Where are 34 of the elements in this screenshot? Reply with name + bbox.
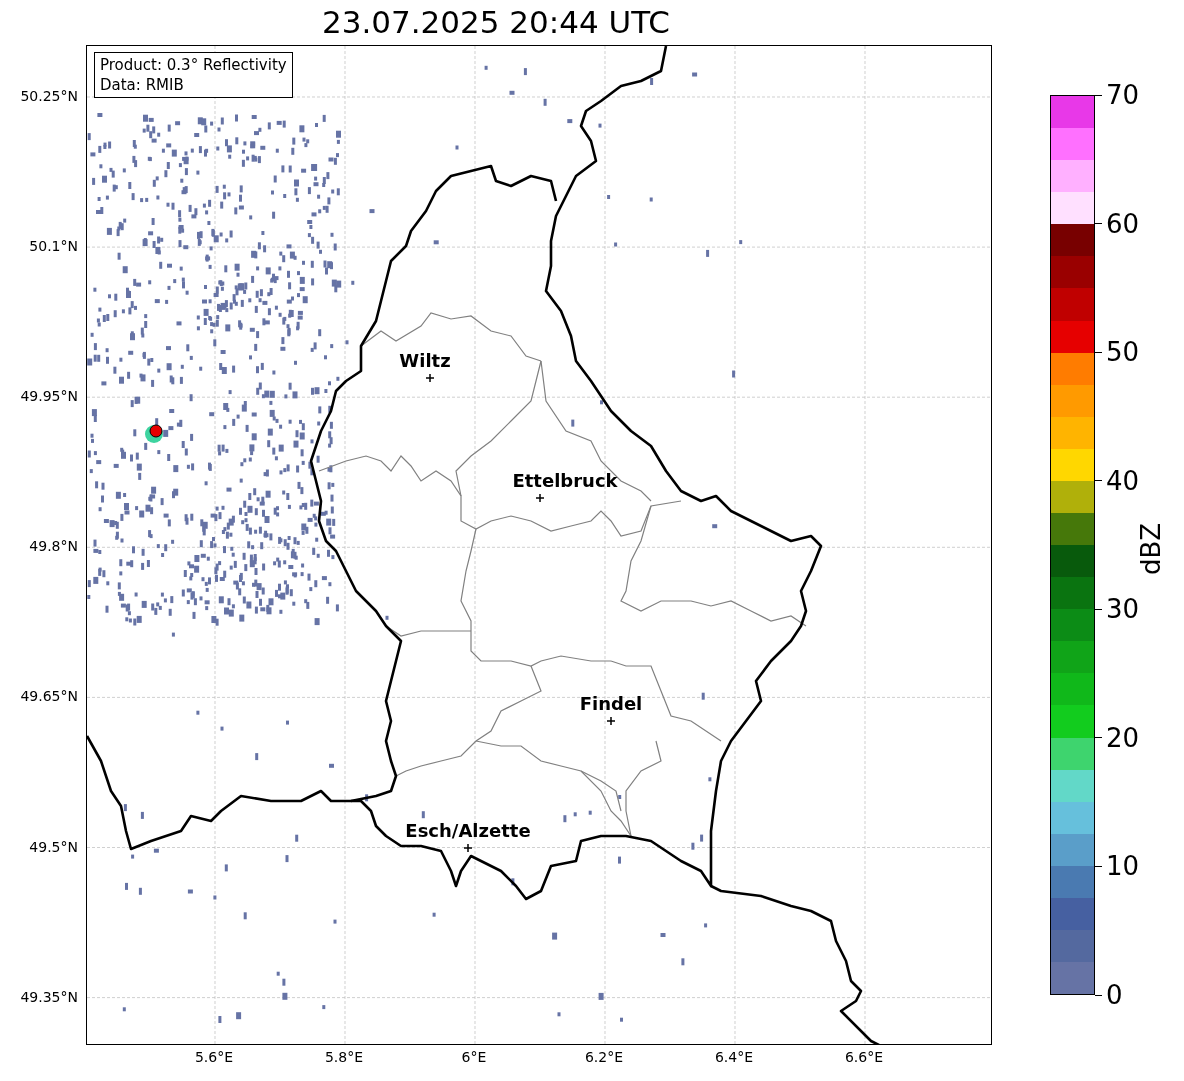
longitude-label: 5.6°E [194,1049,234,1065]
scale-value-label: 10 [1106,851,1140,882]
latitude-label: 49.35°N [20,988,78,1005]
latitude-label: 49.95°N [20,388,78,405]
latitude-label: 49.5°N [29,838,78,855]
scale-value-label: 40 [1106,465,1140,496]
scale-value-label: 20 [1106,722,1140,753]
data-source-text: Data: RMIB [100,75,185,95]
city-label: Findel [579,693,643,714]
scale-value-label: 60 [1106,208,1140,239]
latitude-label: 50.25°N [20,88,78,104]
latitude-label: 50.1°N [29,238,78,255]
scale-value-label: 50 [1106,337,1140,368]
scale-value-label: 30 [1106,594,1140,625]
city-label: Wiltz [399,350,451,371]
radar-site-icon [145,424,163,443]
latitude-label: 49.8°N [29,538,78,555]
product-text: Product: 0.3° Reflectivity [100,55,287,75]
longitude-label: 6.6°E [844,1049,884,1065]
scale-unit-label: dBZ [1136,522,1166,575]
longitude-label: 5.8°E [324,1049,364,1065]
city-marker-icon [535,493,545,503]
longitude-label: 6°E [461,1049,487,1065]
city-label: Ettelbruck [512,470,618,491]
longitude-label: 6.4°E [714,1049,754,1065]
city-label: Esch/Alzette [405,820,531,841]
chart-title: 23.07.2025 20:44 UTC [321,3,671,42]
city-marker-icon [425,373,435,383]
scale-value-label: 70 [1106,80,1140,110]
city-marker-icon [606,716,616,726]
scale-value-label: 0 [1106,980,1123,1010]
latitude-label: 49.65°N [20,688,78,705]
longitude-label: 6.2°E [584,1049,624,1065]
city-marker-icon [463,843,473,853]
